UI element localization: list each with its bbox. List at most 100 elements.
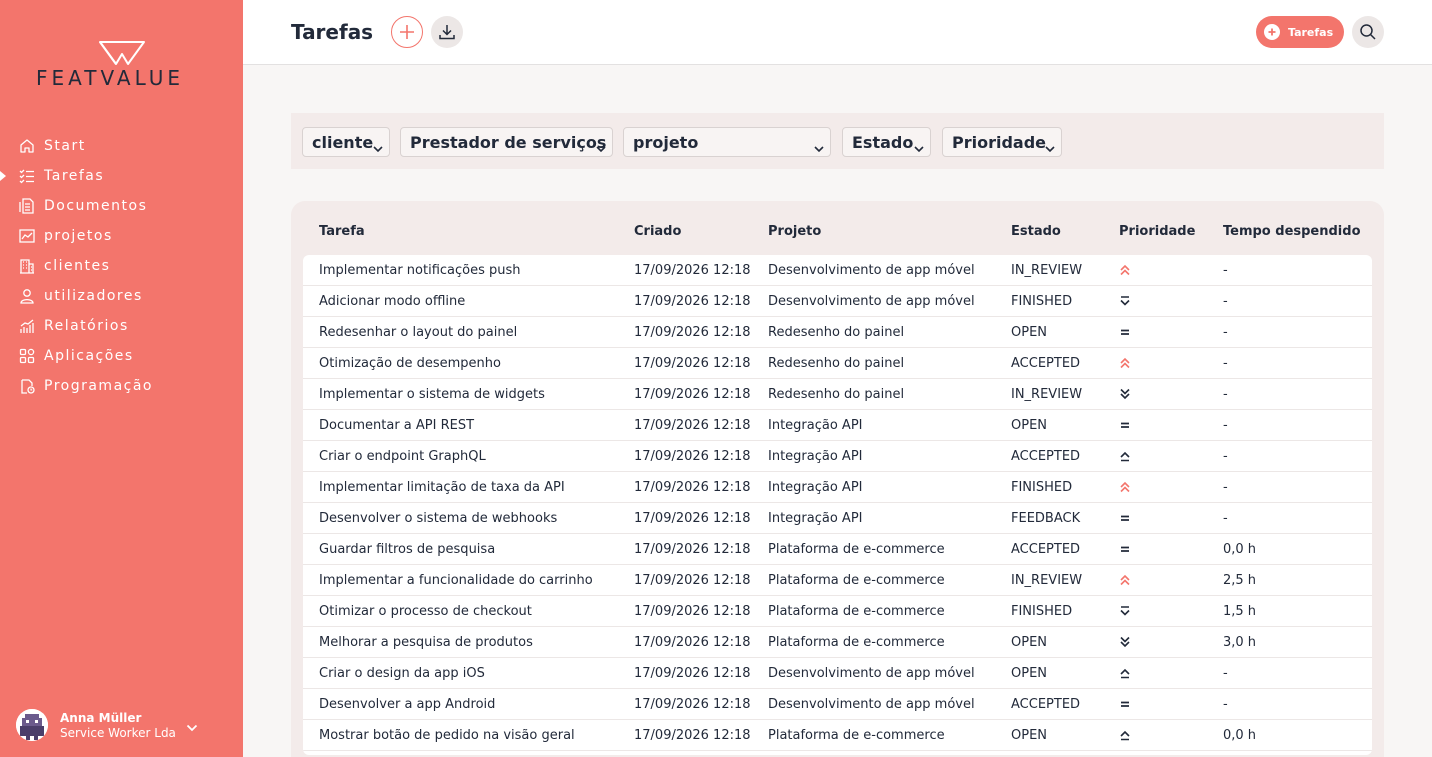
table-row[interactable]: Implementar notificações push 17/09/2026 …	[303, 255, 1372, 286]
table-row[interactable]: Desenvolver o sistema de webhooks 17/09/2…	[303, 503, 1372, 534]
cell-criado: 17/09/2026 12:18	[634, 449, 751, 464]
apps-icon	[18, 347, 36, 365]
tasks-table: Tarefa Criado Projeto Estado Prioridade …	[291, 201, 1384, 757]
table-row[interactable]: Implementar o sistema de widgets 17/09/20…	[303, 379, 1372, 410]
filter-bar: cliente Prestador de serviços projeto Es…	[291, 113, 1384, 169]
chevron-down-icon	[373, 138, 383, 157]
sidebar-item-label: projetos	[44, 228, 113, 244]
sidebar-item-label: utilizadores	[44, 288, 143, 304]
projects-chart-icon	[18, 227, 36, 245]
plus-icon	[400, 25, 414, 39]
cell-criado: 17/09/2026 12:18	[634, 666, 751, 681]
filter-prestador-select[interactable]: Prestador de serviços	[400, 127, 613, 157]
sidebar-item-projetos[interactable]: projetos	[0, 221, 243, 251]
cell-criado: 17/09/2026 12:18	[634, 325, 751, 340]
sidebar-item-utilizadores[interactable]: utilizadores	[0, 281, 243, 311]
table-row[interactable]: Implementar a funcionalidade do carrinho…	[303, 565, 1372, 596]
table-row[interactable]: Criar o design da app iOS 17/09/2026 12:1…	[303, 658, 1372, 689]
sidebar-item-relatorios[interactable]: Relatórios	[0, 311, 243, 341]
cell-criado: 17/09/2026 12:18	[634, 604, 751, 619]
chevron-down-icon	[186, 717, 198, 736]
table-row[interactable]: Guardar filtros de pesquisa 17/09/2026 12…	[303, 534, 1372, 565]
column-header-estado[interactable]: Estado	[1011, 224, 1061, 239]
sidebar-nav: Start Tarefas Documentos projetos client…	[0, 131, 243, 401]
table-header: Tarefa Criado Projeto Estado Prioridade …	[291, 201, 1384, 255]
sidebar-item-documentos[interactable]: Documentos	[0, 191, 243, 221]
priority-highest-icon	[1119, 357, 1131, 369]
cell-tempo: 2,5 h	[1223, 573, 1257, 588]
add-task-button[interactable]	[391, 16, 423, 48]
table-row[interactable]: Redesenhar o layout do painel 17/09/2026 …	[303, 317, 1372, 348]
table-row[interactable]: Desenvolver a app Android 17/09/2026 12:1…	[303, 689, 1372, 720]
cell-projeto: Desenvolvimento de app móvel	[768, 294, 975, 309]
user-info: Anna Müller Service Worker Lda	[60, 711, 176, 740]
home-icon	[18, 137, 36, 155]
table-row[interactable]: Documentar a API REST 17/09/2026 12:18 Int…	[303, 410, 1372, 441]
sidebar-item-label: Relatórios	[44, 318, 129, 334]
priority-lowest-icon	[1119, 636, 1131, 648]
table-row[interactable]: Mostrar botão de pedido na visão geral 17…	[303, 720, 1372, 751]
priority-high-icon	[1119, 729, 1131, 741]
sidebar-item-label: Start	[44, 138, 86, 154]
cell-tempo: -	[1223, 480, 1228, 495]
cell-projeto: Desenvolvimento de app móvel	[768, 697, 975, 712]
cell-tarefa: Melhorar a pesquisa de produtos	[319, 635, 533, 650]
column-header-tempo[interactable]: Tempo despendido	[1223, 224, 1361, 239]
sidebar-item-start[interactable]: Start	[0, 131, 243, 161]
sidebar-item-clientes[interactable]: clientes	[0, 251, 243, 281]
cell-tarefa: Implementar limitação de taxa da API	[319, 480, 565, 495]
filter-cliente-select[interactable]: cliente	[302, 127, 390, 157]
priority-highest-icon	[1119, 574, 1131, 586]
chevron-down-icon	[596, 138, 606, 157]
schedule-icon	[18, 377, 36, 395]
column-header-criado[interactable]: Criado	[634, 224, 681, 239]
table-row[interactable]: Otimizar o processo de checkout 17/09/202…	[303, 596, 1372, 627]
cell-projeto: Desenvolvimento de app móvel	[768, 263, 975, 278]
priority-low-icon	[1119, 295, 1131, 307]
page-title: Tarefas	[291, 20, 374, 44]
cell-criado: 17/09/2026 12:18	[634, 387, 751, 402]
cell-projeto: Plataforma de e-commerce	[768, 604, 945, 619]
table-row[interactable]: Adicionar modo offline 17/09/2026 12:18 De…	[303, 286, 1372, 317]
new-task-pill-button[interactable]: Tarefas	[1256, 16, 1344, 48]
cell-criado: 17/09/2026 12:18	[634, 542, 751, 557]
logo-text: FEATVALUE	[36, 66, 184, 90]
sidebar-item-aplicacoes[interactable]: Aplicações	[0, 341, 243, 371]
chevron-down-icon	[914, 138, 924, 157]
filter-projeto-label: projeto	[633, 132, 699, 152]
priority-medium-icon	[1119, 698, 1131, 710]
search-button[interactable]	[1352, 16, 1384, 48]
featvalue-logo[interactable]: FEATVALUE	[36, 40, 211, 90]
column-header-projeto[interactable]: Projeto	[768, 224, 821, 239]
table-row[interactable]: Melhorar a pesquisa de produtos 17/09/202…	[303, 627, 1372, 658]
filter-estado-select[interactable]: Estado	[842, 127, 931, 157]
download-button[interactable]	[431, 16, 463, 48]
cell-tempo: -	[1223, 449, 1228, 464]
download-icon	[439, 25, 455, 40]
cell-estado: FINISHED	[1011, 294, 1073, 309]
cell-tempo: -	[1223, 666, 1228, 681]
column-header-prioridade[interactable]: Prioridade	[1119, 224, 1195, 239]
avatar	[16, 709, 48, 741]
user-company: Service Worker Lda	[60, 725, 176, 740]
cell-tarefa: Mostrar botão de pedido na visão geral	[319, 728, 575, 743]
filter-prioridade-select[interactable]: Prioridade	[942, 127, 1062, 157]
cell-projeto: Integração API	[768, 511, 863, 526]
priority-medium-icon	[1119, 512, 1131, 524]
table-row[interactable]: Otimização de desempenho 17/09/2026 12:18…	[303, 348, 1372, 379]
sidebar-item-programacao[interactable]: Programação	[0, 371, 243, 401]
sidebar-item-tarefas[interactable]: Tarefas	[0, 161, 243, 191]
cell-criado: 17/09/2026 12:18	[634, 728, 751, 743]
cell-tarefa: Redesenhar o layout do painel	[319, 325, 518, 340]
user-menu[interactable]: Anna Müller Service Worker Lda	[16, 708, 226, 742]
priority-highest-icon	[1119, 481, 1131, 493]
sidebar-item-label: Tarefas	[44, 168, 105, 184]
cell-criado: 17/09/2026 12:18	[634, 697, 751, 712]
table-row[interactable]: Criar o endpoint GraphQL 17/09/2026 12:18…	[303, 441, 1372, 472]
cell-tarefa: Criar o endpoint GraphQL	[319, 449, 486, 464]
table-row[interactable]: Implementar limitação de taxa da API 17/0…	[303, 472, 1372, 503]
cell-projeto: Desenvolvimento de app móvel	[768, 666, 975, 681]
column-header-tarefa[interactable]: Tarefa	[319, 224, 365, 239]
filter-projeto-select[interactable]: projeto	[623, 127, 831, 157]
priority-medium-icon	[1119, 419, 1131, 431]
